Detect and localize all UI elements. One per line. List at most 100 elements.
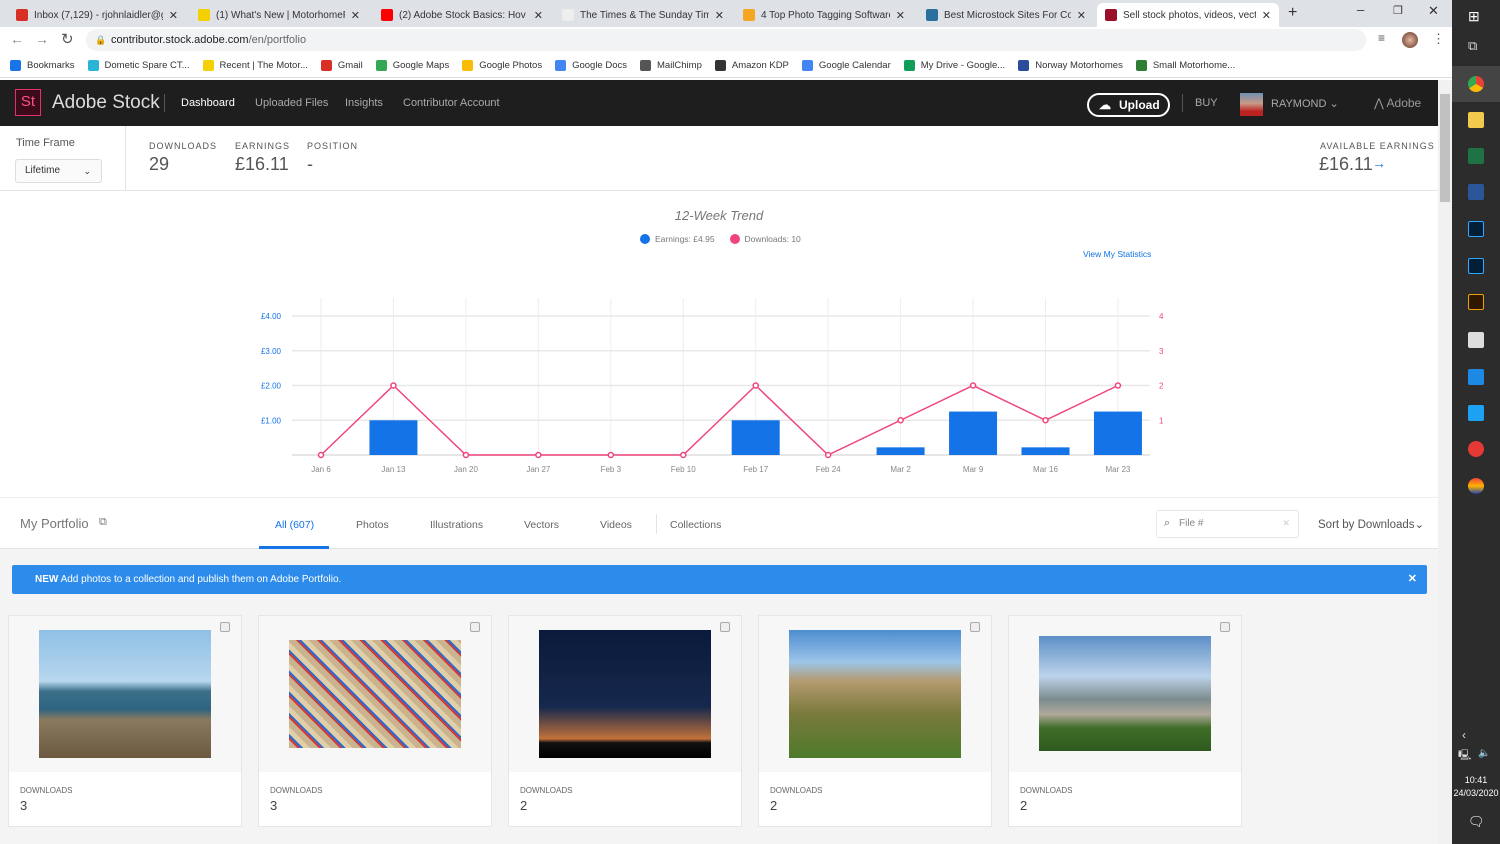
- task-view-icon[interactable]: ⧉: [1468, 38, 1477, 54]
- nav-contributor-account[interactable]: Contributor Account: [403, 97, 500, 109]
- clear-icon[interactable]: ✕: [1282, 518, 1290, 529]
- select-checkbox[interactable]: [1220, 622, 1230, 632]
- portfolio-card[interactable]: DOWNLOADS 3: [258, 615, 492, 827]
- menu-icon[interactable]: ⋮: [1432, 31, 1445, 47]
- browser-tab[interactable]: 4 Top Photo Tagging Software t ✕: [735, 3, 913, 27]
- portfolio-card[interactable]: DOWNLOADS 2: [1008, 615, 1242, 827]
- tab-all[interactable]: All (607): [275, 519, 314, 531]
- page-scrollbar[interactable]: [1438, 80, 1452, 844]
- bookmark-item[interactable]: Small Motorhome...: [1135, 60, 1235, 71]
- browser-tab[interactable]: (2) Adobe Stock Basics: Hov ✕: [373, 3, 551, 27]
- close-tab-icon[interactable]: ✕: [1262, 9, 1271, 22]
- portfolio-card[interactable]: DOWNLOADS 2: [508, 615, 742, 827]
- tab-photos[interactable]: Photos: [356, 519, 389, 531]
- bookmark-item[interactable]: Google Calendar: [801, 60, 891, 71]
- browser-tab[interactable]: Best Microstock Sites For Contr ✕: [918, 3, 1094, 27]
- bookmark-item[interactable]: Norway Motorhomes: [1018, 60, 1123, 71]
- portfolio-card[interactable]: DOWNLOADS 3: [8, 615, 242, 827]
- show-hidden-icons-icon[interactable]: ‹: [1462, 728, 1466, 742]
- file-explorer-icon[interactable]: [1468, 112, 1484, 128]
- close-window-button[interactable]: ✕: [1428, 3, 1439, 19]
- bookmark-item[interactable]: Bookmarks: [10, 60, 75, 71]
- tab-videos[interactable]: Videos: [600, 519, 632, 531]
- photoshop-icon[interactable]: [1468, 258, 1484, 274]
- close-tab-icon[interactable]: ✕: [1077, 9, 1086, 22]
- profile-avatar[interactable]: [1402, 32, 1418, 48]
- tab-illustrations[interactable]: Illustrations: [430, 519, 483, 531]
- close-tab-icon[interactable]: ✕: [715, 9, 724, 22]
- word-icon[interactable]: [1468, 184, 1484, 200]
- volume-icon[interactable]: 🔈: [1478, 748, 1490, 759]
- close-tab-icon[interactable]: ✕: [351, 9, 360, 22]
- adobe-link[interactable]: ⋀ Adobe: [1374, 96, 1421, 110]
- sort-dropdown[interactable]: Sort by Downloads⌄: [1318, 517, 1424, 531]
- media-control-icon[interactable]: ≡: [1378, 31, 1385, 45]
- photo-thumbnail[interactable]: [289, 640, 461, 748]
- network-icon[interactable]: 🖳: [1458, 748, 1471, 765]
- adobe-stock-logo[interactable]: St: [15, 89, 41, 116]
- bookmark-item[interactable]: Amazon KDP: [714, 60, 789, 71]
- restore-button[interactable]: ❐: [1393, 4, 1403, 17]
- upload-button[interactable]: ☁ Upload: [1087, 93, 1170, 117]
- new-tab-button[interactable]: +: [1288, 4, 1297, 22]
- select-checkbox[interactable]: [970, 622, 980, 632]
- external-link-icon[interactable]: ⧉: [99, 516, 107, 529]
- clock-date[interactable]: 24/03/2020: [1452, 788, 1500, 798]
- close-banner-icon[interactable]: ✕: [1408, 565, 1417, 594]
- twitter-icon[interactable]: [1468, 405, 1484, 421]
- tab-collections[interactable]: Collections: [670, 519, 721, 531]
- calendar-icon[interactable]: [1468, 369, 1484, 385]
- back-icon[interactable]: ←: [10, 31, 24, 47]
- browser-tab[interactable]: Sell stock photos, videos, vecto ✕: [1097, 3, 1279, 27]
- user-avatar[interactable]: [1240, 93, 1263, 116]
- nav-dashboard[interactable]: Dashboard: [181, 97, 235, 109]
- forward-icon[interactable]: →: [35, 31, 49, 47]
- bookmark-item[interactable]: Recent | The Motor...: [202, 60, 308, 71]
- select-checkbox[interactable]: [720, 622, 730, 632]
- nav-uploaded-files[interactable]: Uploaded Files: [255, 97, 328, 109]
- bookmark-item[interactable]: MailChimp: [640, 60, 702, 71]
- browser-tab[interactable]: Inbox (7,129) - rjohnlaidler@gm ✕: [8, 3, 186, 27]
- clock-time[interactable]: 10:41: [1452, 775, 1500, 785]
- nav-insights[interactable]: Insights: [345, 97, 383, 109]
- app-icon[interactable]: [1468, 478, 1484, 494]
- user-menu[interactable]: RAYMOND ⌄: [1271, 97, 1339, 110]
- bookmark-item[interactable]: Dometic Spare CT...: [87, 60, 190, 71]
- tab-vectors[interactable]: Vectors: [524, 519, 559, 531]
- bookmark-item[interactable]: Google Photos: [462, 60, 542, 71]
- close-tab-icon[interactable]: ✕: [896, 9, 905, 22]
- close-tab-icon[interactable]: ✕: [534, 9, 543, 22]
- photo-thumbnail[interactable]: [539, 630, 711, 758]
- file-search-input[interactable]: ⌕ File # ✕: [1156, 510, 1299, 538]
- url-input[interactable]: 🔒 contributor.stock.adobe.com/en/portfol…: [86, 29, 1366, 51]
- bookmark-item[interactable]: Google Maps: [375, 60, 449, 71]
- portfolio-card[interactable]: DOWNLOADS 2: [758, 615, 992, 827]
- select-checkbox[interactable]: [470, 622, 480, 632]
- reload-icon[interactable]: ↻: [61, 30, 74, 48]
- legend-downloads[interactable]: Downloads: 10: [745, 234, 801, 244]
- bookmark-item[interactable]: Google Docs: [555, 60, 627, 71]
- windows-start-icon[interactable]: ⊞: [1468, 8, 1480, 25]
- brand-name[interactable]: Adobe Stock: [52, 92, 160, 114]
- calculator-icon[interactable]: [1468, 332, 1484, 348]
- photo-thumbnail[interactable]: [39, 630, 211, 758]
- arrow-right-icon[interactable]: →: [1372, 155, 1386, 171]
- excel-icon[interactable]: [1468, 148, 1484, 164]
- bridge-icon[interactable]: [1468, 294, 1484, 310]
- bookmark-item[interactable]: My Drive - Google...: [903, 60, 1005, 71]
- scrollbar-thumb[interactable]: [1440, 94, 1450, 202]
- photo-thumbnail[interactable]: [1039, 636, 1211, 751]
- minimize-button[interactable]: –: [1357, 2, 1364, 17]
- view-statistics-link[interactable]: View My Statistics: [1083, 249, 1151, 259]
- notifications-icon[interactable]: 🗨: [1468, 814, 1485, 830]
- timeframe-select[interactable]: Lifetime ⌄: [15, 159, 102, 183]
- bookmark-item[interactable]: Gmail: [320, 60, 363, 71]
- buy-link[interactable]: BUY: [1195, 97, 1218, 109]
- acrobat-icon[interactable]: [1468, 441, 1484, 457]
- browser-tab[interactable]: (1) What's New | MotorhomeFu ✕: [190, 3, 368, 27]
- browser-tab[interactable]: The Times & The Sunday Times ✕: [554, 3, 732, 27]
- legend-earnings[interactable]: Earnings: £4.95: [655, 234, 715, 244]
- lightroom-icon[interactable]: [1468, 221, 1484, 237]
- chrome-icon[interactable]: [1468, 76, 1484, 92]
- close-tab-icon[interactable]: ✕: [169, 9, 178, 22]
